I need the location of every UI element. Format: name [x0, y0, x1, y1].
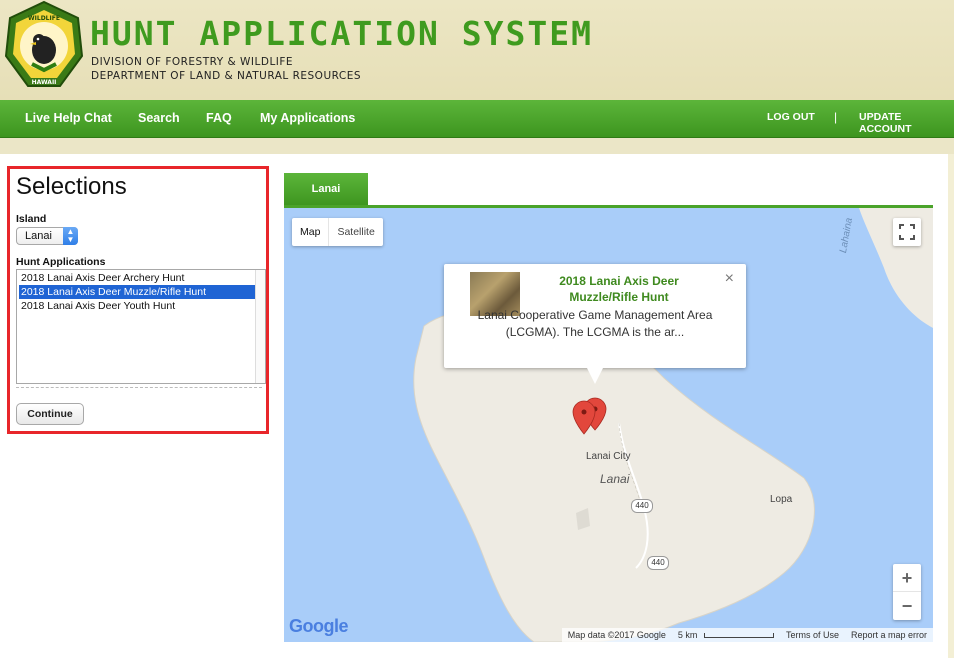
road-440-badge: 440	[631, 499, 653, 513]
road-440-badge: 440	[647, 556, 669, 570]
hunt-option-archery[interactable]: 2018 Lanai Axis Deer Archery Hunt	[19, 271, 255, 285]
info-window-tail	[586, 366, 604, 384]
hunt-option-youth[interactable]: 2018 Lanai Axis Deer Youth Hunt	[19, 299, 255, 313]
nav-search[interactable]: Search	[138, 111, 180, 125]
lanai-city-label: Lanai City	[586, 451, 631, 462]
nav-my-applications[interactable]: My Applications	[260, 111, 355, 125]
map-type-satellite-button[interactable]: Satellite	[328, 218, 382, 246]
nav-faq[interactable]: FAQ	[206, 111, 232, 125]
nav-subbar	[0, 138, 954, 154]
update-account-link[interactable]: UPDATE ACCOUNT	[859, 111, 954, 135]
scale-label: 5 km	[677, 630, 698, 640]
zoom-control: + −	[893, 564, 921, 620]
zoom-out-button[interactable]: −	[893, 592, 921, 620]
fullscreen-icon	[899, 224, 915, 240]
map-data-text: Map data ©2017 Google	[567, 630, 666, 640]
selections-panel: Selections Island Lanai ▲ ▼ Hunt Applicat…	[7, 166, 269, 434]
site-title: HUNT APPLICATION SYSTEM	[90, 14, 593, 53]
select-arrows-icon: ▲ ▼	[63, 227, 78, 245]
fullscreen-button[interactable]	[893, 218, 921, 246]
map-view[interactable]: Map Satellite Lahaina × 2018 Lanai Axis …	[284, 208, 933, 642]
google-logo: Google	[289, 616, 349, 637]
map-type-map-button[interactable]: Map	[292, 218, 328, 246]
svg-text:HAWAII: HAWAII	[32, 79, 57, 86]
main-content: Selections Island Lanai ▲ ▼ Hunt Applicat…	[0, 154, 948, 658]
map-info-window: × 2018 Lanai Axis Deer Muzzle/Rifle Hunt…	[444, 264, 746, 368]
info-window-description: Lanai Cooperative Game Management Area (…	[477, 308, 713, 339]
zoom-in-button[interactable]: +	[893, 564, 921, 592]
main-nav: Live Help Chat Search FAQ My Application…	[0, 100, 954, 138]
continue-button[interactable]: Continue	[16, 403, 84, 425]
scale-bar: 5 km	[672, 628, 780, 642]
island-select-value: Lanai	[25, 230, 52, 242]
island-select[interactable]: Lanai ▲ ▼	[16, 227, 78, 245]
map-type-control: Map Satellite	[292, 218, 383, 246]
hunt-applications-label: Hunt Applications	[16, 256, 106, 268]
tab-lanai[interactable]: Lanai	[284, 173, 368, 206]
close-icon[interactable]: ×	[725, 270, 734, 288]
report-map-error-link[interactable]: Report a map error	[845, 628, 933, 642]
forestry-wildlife-logo: WILDLIFE HAWAII	[4, 0, 84, 87]
lanai-label: Lanai	[600, 472, 630, 486]
island-label: Island	[16, 213, 47, 225]
divider	[16, 387, 262, 388]
division-name: DIVISION OF FORESTRY & WILDLIFE	[91, 56, 294, 68]
nav-live-help-chat[interactable]: Live Help Chat	[25, 111, 112, 125]
map-attribution: Map data ©2017 Google 5 km Terms of Use …	[561, 628, 933, 642]
lopa-label: Lopa	[770, 494, 793, 505]
department-name: DEPARTMENT OF LAND & NATURAL RESOURCES	[91, 70, 362, 82]
hunt-applications-list[interactable]: 2018 Lanai Axis Deer Archery Hunt 2018 L…	[16, 269, 266, 384]
hunt-option-muzzle-rifle[interactable]: 2018 Lanai Axis Deer Muzzle/Rifle Hunt	[19, 285, 255, 299]
selections-title: Selections	[16, 173, 127, 200]
site-header: WILDLIFE HAWAII HUNT APPLICATION SYSTEM …	[0, 0, 954, 100]
info-window-title[interactable]: 2018 Lanai Axis Deer Muzzle/Rifle Hunt	[544, 273, 694, 305]
nav-separator: |	[834, 110, 838, 124]
list-scrollbar[interactable]	[255, 270, 265, 383]
log-out-link[interactable]: LOG OUT	[767, 111, 815, 123]
google-wordmark: Google	[289, 616, 349, 636]
svg-text:WILDLIFE: WILDLIFE	[28, 15, 60, 22]
scale-line	[703, 633, 774, 638]
terms-of-use-link[interactable]: Terms of Use	[780, 628, 845, 642]
